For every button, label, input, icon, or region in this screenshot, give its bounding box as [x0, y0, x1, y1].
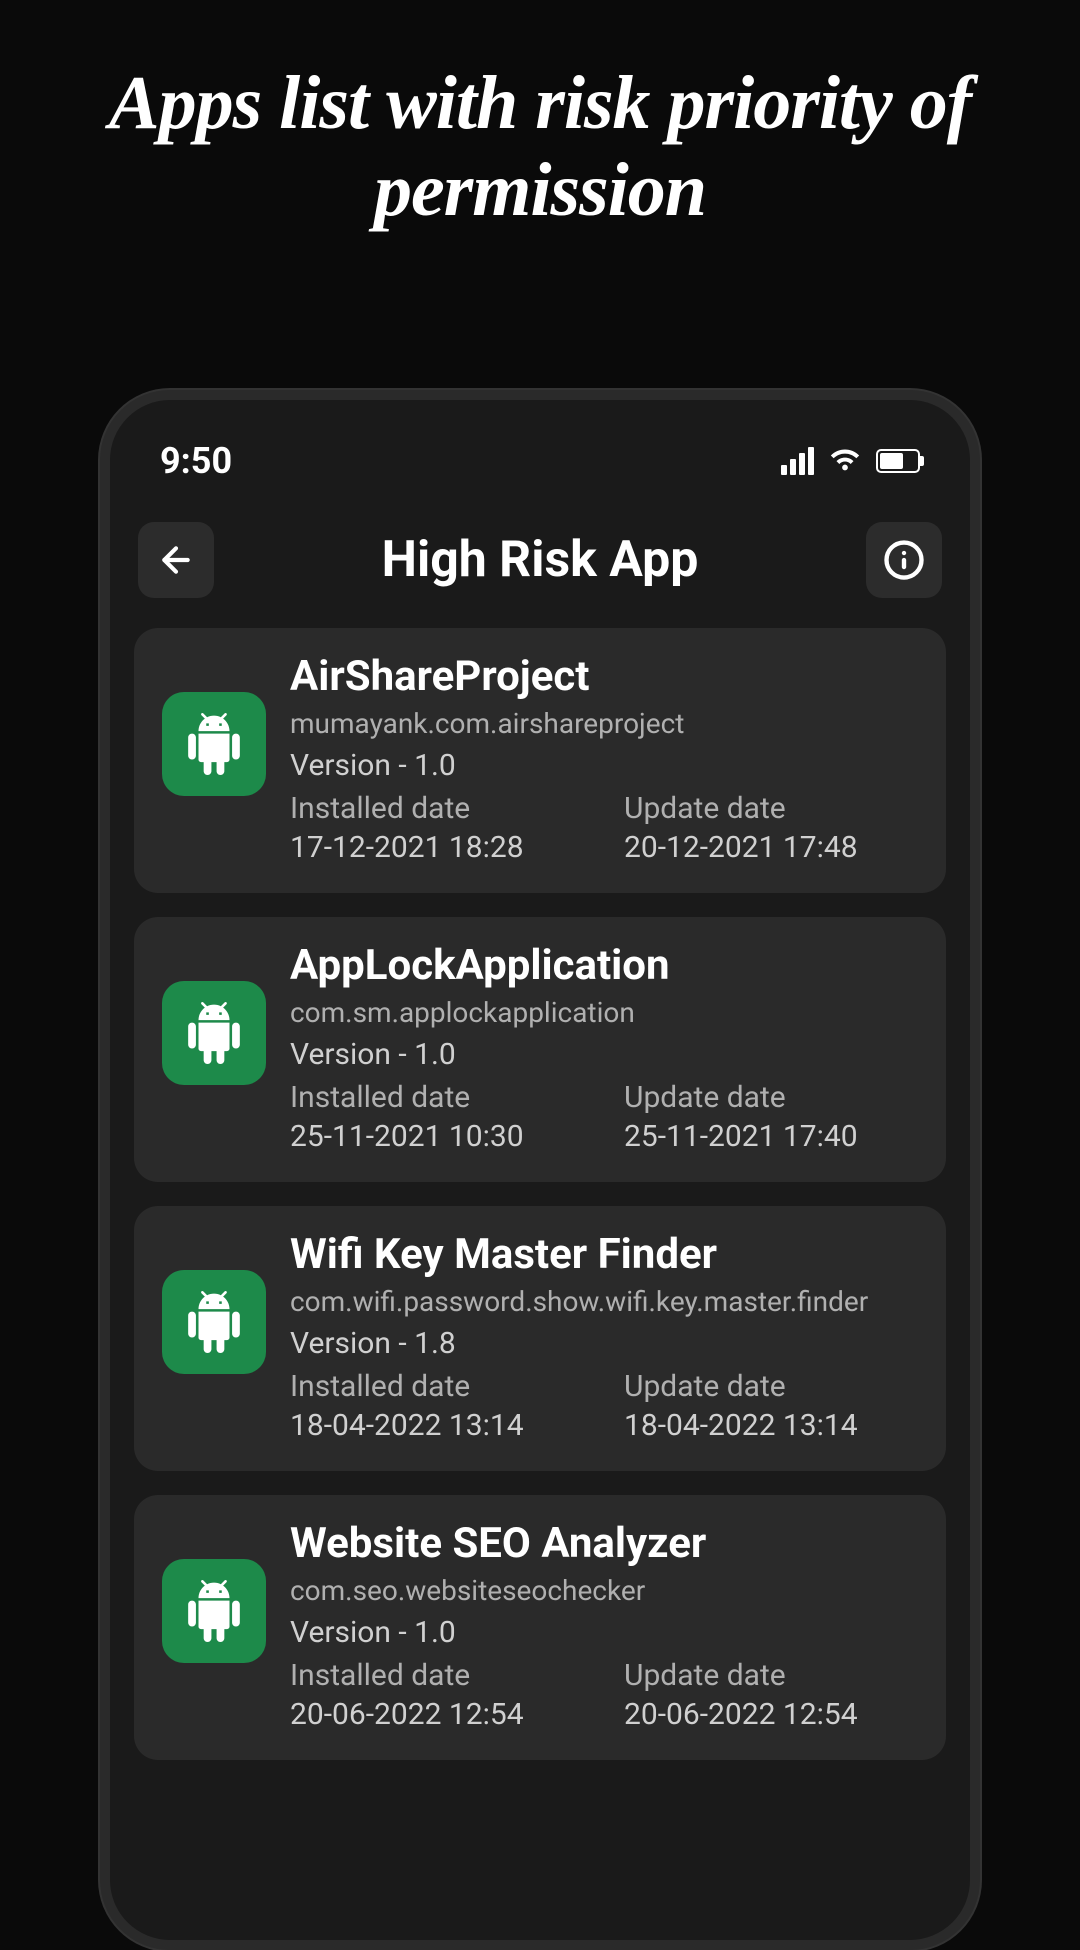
app-name: Website SEO Analyzer — [290, 1519, 918, 1568]
app-card[interactable]: Wifi Key Master Finder com.wifi.password… — [134, 1206, 946, 1471]
status-bar: 9:50 — [130, 430, 950, 502]
update-date-value: 20-12-2021 17:48 — [624, 830, 918, 865]
update-date-label: Update date — [624, 1369, 918, 1404]
update-date-value: 18-04-2022 13:14 — [624, 1408, 918, 1443]
installed-date-value: 18-04-2022 13:14 — [290, 1408, 584, 1443]
app-details: Wifi Key Master Finder com.wifi.password… — [290, 1230, 918, 1443]
battery-icon — [876, 449, 920, 473]
update-date-col: Update date 25-11-2021 17:40 — [624, 1080, 918, 1154]
installed-date-value: 17-12-2021 18:28 — [290, 830, 584, 865]
app-version: Version - 1.0 — [290, 1615, 918, 1650]
date-row: Installed date 20-06-2022 12:54 Update d… — [290, 1658, 918, 1732]
installed-date-label: Installed date — [290, 1658, 584, 1693]
android-app-icon — [162, 692, 266, 796]
app-list: AirShareProject mumayank.com.airsharepro… — [130, 628, 950, 1760]
app-package: com.sm.applockapplication — [290, 996, 918, 1029]
update-date-label: Update date — [624, 1658, 918, 1693]
phone-frame: 9:50 High Risk App — [100, 390, 980, 1950]
update-date-col: Update date 20-06-2022 12:54 — [624, 1658, 918, 1732]
app-header: High Risk App — [130, 502, 950, 628]
app-package: com.wifi.password.show.wifi.key.master.f… — [290, 1285, 918, 1318]
signal-icon — [781, 447, 814, 475]
update-date-value: 20-06-2022 12:54 — [624, 1697, 918, 1732]
page-title: High Risk App — [382, 531, 699, 589]
installed-date-value: 25-11-2021 10:30 — [290, 1119, 584, 1154]
android-app-icon — [162, 981, 266, 1085]
app-name: AppLockApplication — [290, 941, 918, 990]
android-app-icon — [162, 1559, 266, 1663]
date-row: Installed date 18-04-2022 13:14 Update d… — [290, 1369, 918, 1443]
installed-date-col: Installed date 17-12-2021 18:28 — [290, 791, 584, 865]
info-icon — [883, 539, 925, 581]
app-version: Version - 1.0 — [290, 748, 918, 783]
app-card[interactable]: Website SEO Analyzer com.seo.websiteseoc… — [134, 1495, 946, 1760]
android-app-icon — [162, 1270, 266, 1374]
date-row: Installed date 17-12-2021 18:28 Update d… — [290, 791, 918, 865]
app-package: mumayank.com.airshareproject — [290, 707, 918, 740]
app-card[interactable]: AppLockApplication com.sm.applockapplica… — [134, 917, 946, 1182]
promo-title: Apps list with risk priority of permissi… — [0, 0, 1080, 275]
installed-date-value: 20-06-2022 12:54 — [290, 1697, 584, 1732]
update-date-value: 25-11-2021 17:40 — [624, 1119, 918, 1154]
installed-date-label: Installed date — [290, 791, 584, 826]
update-date-label: Update date — [624, 1080, 918, 1115]
date-row: Installed date 25-11-2021 10:30 Update d… — [290, 1080, 918, 1154]
installed-date-col: Installed date 18-04-2022 13:14 — [290, 1369, 584, 1443]
info-button[interactable] — [866, 522, 942, 598]
installed-date-col: Installed date 25-11-2021 10:30 — [290, 1080, 584, 1154]
app-details: AppLockApplication com.sm.applockapplica… — [290, 941, 918, 1154]
installed-date-label: Installed date — [290, 1369, 584, 1404]
status-time: 9:50 — [160, 440, 232, 482]
app-name: AirShareProject — [290, 652, 918, 701]
app-details: AirShareProject mumayank.com.airsharepro… — [290, 652, 918, 865]
installed-date-col: Installed date 20-06-2022 12:54 — [290, 1658, 584, 1732]
installed-date-label: Installed date — [290, 1080, 584, 1115]
arrow-left-icon — [156, 540, 196, 580]
status-icons — [781, 442, 920, 480]
app-name: Wifi Key Master Finder — [290, 1230, 918, 1279]
wifi-icon — [828, 442, 862, 480]
app-version: Version - 1.8 — [290, 1326, 918, 1361]
app-package: com.seo.websiteseochecker — [290, 1574, 918, 1607]
app-details: Website SEO Analyzer com.seo.websiteseoc… — [290, 1519, 918, 1732]
app-card[interactable]: AirShareProject mumayank.com.airsharepro… — [134, 628, 946, 893]
update-date-col: Update date 18-04-2022 13:14 — [624, 1369, 918, 1443]
app-version: Version - 1.0 — [290, 1037, 918, 1072]
update-date-label: Update date — [624, 791, 918, 826]
update-date-col: Update date 20-12-2021 17:48 — [624, 791, 918, 865]
back-button[interactable] — [138, 522, 214, 598]
